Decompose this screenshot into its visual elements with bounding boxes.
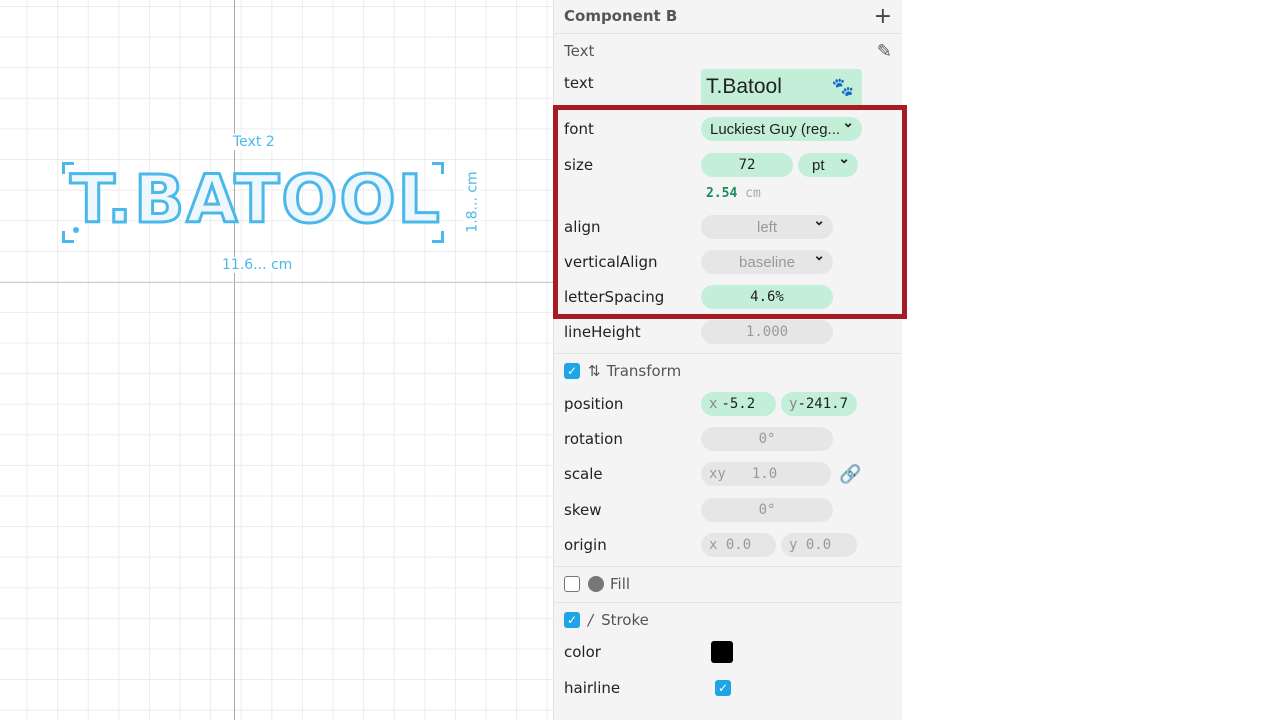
origin-y-input[interactable]: y 0.0 [781,533,857,557]
link-icon[interactable]: 🔗 [839,464,861,485]
origin-label: origin [564,536,607,554]
selection-corner[interactable] [62,162,74,174]
paw-icon[interactable]: 🐾 [832,77,854,98]
pencil-icon[interactable]: ✎ [877,41,892,62]
transform-icon: ⇅ [588,362,601,380]
hairline-label: hairline [564,679,621,697]
object-label: Text 2 [231,134,277,150]
highlight-box [553,105,907,319]
stroke-checkbox[interactable]: ✓ [564,612,580,628]
fill-checkbox[interactable] [564,576,580,592]
position-label: position [564,395,624,413]
width-label: 11.6... cm [220,257,295,273]
y-axis-line [234,0,235,720]
selection-corner[interactable] [62,231,74,243]
scale-label: scale [564,465,603,483]
plus-icon[interactable]: + [874,4,892,29]
selection-corner[interactable] [432,231,444,243]
origin-dot [73,227,79,233]
canvas[interactable]: Text 2 T.BATOOL 11.6... cm 1.8... cm [0,0,554,720]
fill-icon [588,576,604,592]
color-label: color [564,643,601,661]
line-height-input[interactable]: 1.000 [701,320,833,344]
position-y-input[interactable]: y -241.7 [781,392,857,416]
x-axis-line [0,282,554,283]
skew-input[interactable]: 0° [701,498,833,522]
stroke-icon: / [588,611,594,629]
position-x-input[interactable]: x -5.2 [701,392,776,416]
text-object[interactable]: T.BATOOL [69,160,442,240]
hairline-checkbox[interactable]: ✓ [715,680,731,696]
selection-corner[interactable] [432,162,444,174]
rotation-input[interactable]: 0° [701,427,833,451]
line-height-label: lineHeight [564,323,641,341]
text-label: text [564,74,594,92]
transform-checkbox[interactable]: ✓ [564,363,580,379]
rotation-label: rotation [564,430,623,448]
text-section-title: Text [564,42,595,60]
fill-title: Fill [610,575,631,593]
text-input[interactable]: T.Batool 🐾 [701,69,862,105]
component-title: Component B [564,7,678,25]
skew-label: skew [564,501,602,519]
height-label: 1.8... cm [464,169,481,235]
stroke-title: Stroke [601,611,649,629]
stroke-color-swatch[interactable] [711,641,733,663]
origin-x-input[interactable]: x 0.0 [701,533,776,557]
scale-input[interactable]: xy 1.0 [701,462,831,486]
transform-title: Transform [606,362,682,380]
